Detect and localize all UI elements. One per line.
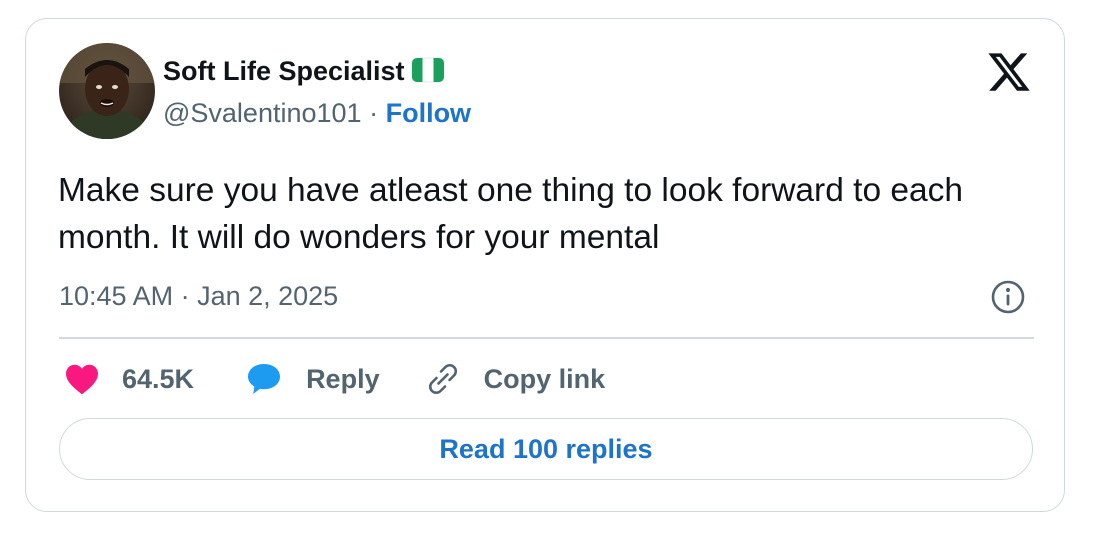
info-icon[interactable] (990, 279, 1026, 315)
copy-link-label: Copy link (483, 363, 606, 394)
divider (59, 337, 1034, 339)
tweet-timestamp[interactable]: 10:45 AM · Jan 2, 2025 (59, 279, 338, 313)
author-name-row[interactable]: Soft Life Specialist (163, 54, 445, 91)
read-replies-button[interactable]: Read 100 replies (59, 418, 1033, 480)
avatar[interactable] (59, 43, 155, 139)
like-count: 64.5K (122, 363, 195, 394)
follow-button[interactable]: Follow (386, 98, 471, 128)
action-bar: 64.5K Reply Copy link (64, 359, 605, 399)
reply-label: Reply (306, 363, 380, 394)
separator-dot: · (369, 98, 379, 128)
avatar-image (59, 43, 155, 139)
like-button[interactable]: 64.5K (64, 363, 194, 395)
author-handle[interactable]: @Svalentino101 (163, 98, 362, 128)
reply-button[interactable]: Reply (246, 362, 380, 396)
copy-link-button[interactable]: Copy link (426, 362, 606, 396)
author-display-name[interactable]: Soft Life Specialist (163, 56, 405, 86)
tweet-text: Make sure you have atleast one thing to … (58, 172, 964, 256)
nigeria-flag-icon (411, 57, 445, 91)
author-handle-row: @Svalentino101 · Follow (163, 96, 471, 130)
tweet-card: Soft Life Specialist @Svalentino101 · Fo… (25, 18, 1065, 512)
x-logo-icon[interactable] (986, 49, 1032, 95)
link-icon (426, 362, 460, 396)
heart-icon (64, 363, 100, 395)
reply-bubble-icon (246, 362, 282, 396)
